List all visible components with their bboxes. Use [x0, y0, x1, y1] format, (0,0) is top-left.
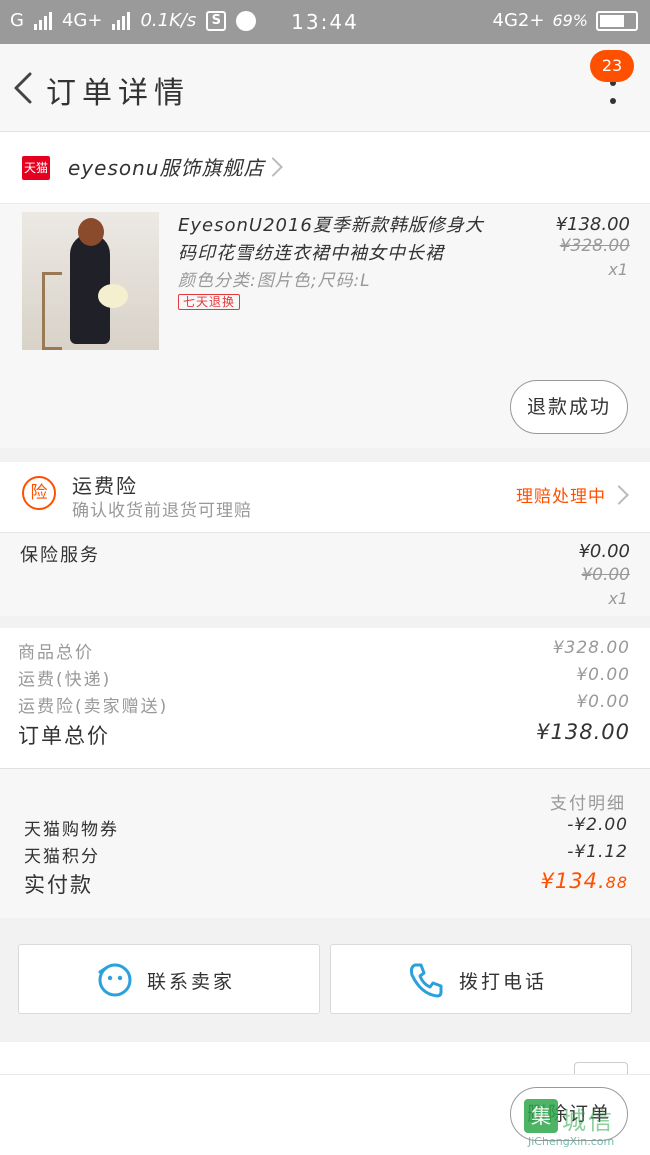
status-bar: G 4G+ 0.1K/s S 13:44 4G2+ 69% [0, 0, 650, 44]
service-price: ¥0.00 [578, 541, 630, 562]
subtotal-row: 商品总价 ¥328.00 [18, 638, 630, 664]
contact-seller-label: 联系卖家 [147, 971, 236, 993]
refund-status-button[interactable]: 退款成功 [510, 380, 628, 434]
order-total-value: ¥138.00 [536, 720, 630, 744]
call-phone-button[interactable]: 拨打电话 [330, 944, 632, 1014]
product-thumbnail[interactable] [22, 212, 159, 350]
subtotal-value: ¥328.00 [552, 638, 630, 658]
watermark-logo-icon: 集 [524, 1099, 558, 1133]
insurance-service-row: 保险服务 ¥0.00 ¥0.00 x1 [0, 532, 650, 616]
amount-paid-row: 实付款 ¥134.88 [24, 869, 628, 899]
subtotal-label: 商品总价 [18, 643, 94, 663]
chevron-right-icon [609, 485, 629, 505]
service-quantity: x1 [608, 589, 628, 608]
service-original-price: ¥0.00 [581, 565, 630, 585]
payment-detail-link[interactable]: 支付明细 [550, 789, 626, 814]
spacer-panel [0, 1042, 650, 1074]
shipping-insurance-fee-value: ¥0.00 [576, 692, 630, 712]
action-buttons: 联系卖家 拨打电话 [0, 934, 650, 1024]
product-item[interactable]: EyesonU2016夏季新款韩版修身大码印花雪纺连衣裙中袖女中长裙 颜色分类:… [0, 204, 650, 448]
shipping-value: ¥0.00 [576, 665, 630, 685]
store-name: eyesonu服饰旗舰店 [68, 156, 265, 180]
product-sku: 颜色分类:图片色;尺码:L [178, 271, 371, 291]
call-phone-label: 拨打电话 [459, 971, 548, 993]
contact-seller-button[interactable]: 联系卖家 [18, 944, 320, 1014]
amount-paid-value: ¥134.88 [540, 869, 628, 893]
more-menu-icon[interactable] [602, 80, 622, 104]
service-label: 保险服务 [20, 545, 100, 566]
amount-paid-label: 实付款 [24, 873, 93, 897]
shipping-insurance-fee-label: 运费险(卖家赠送) [18, 697, 169, 717]
insurance-title: 运费险 [72, 474, 138, 498]
watermark-url: JiChengXin.com [528, 1135, 615, 1148]
product-price: ¥138.00 [555, 214, 630, 235]
coupon-row: 天猫购物券 -¥2.00 [24, 815, 628, 840]
order-total-label: 订单总价 [18, 724, 110, 748]
seven-day-return-tag: 七天退换 [178, 294, 241, 310]
back-arrow-icon[interactable] [10, 70, 40, 106]
tmall-logo-icon: 天猫 [22, 156, 50, 180]
coupon-value: -¥2.00 [567, 815, 628, 835]
battery-percent: 69% [552, 11, 588, 30]
claim-status: 理赔处理中 [516, 487, 606, 507]
watermark: 集 城信 JiChengXin.com [524, 1099, 646, 1149]
product-original-price: ¥328.00 [559, 236, 630, 256]
insurance-subtitle: 确认收货前退货可理赔 [72, 501, 252, 521]
product-quantity: x1 [608, 260, 628, 279]
insurance-icon: 险 [22, 476, 56, 510]
page-title: 订单详情 [46, 76, 190, 111]
order-totals: 商品总价 ¥328.00 运费(快递) ¥0.00 运费险(卖家赠送) ¥0.0… [0, 628, 650, 768]
coupon-label: 天猫购物券 [24, 820, 119, 840]
phone-icon [409, 963, 443, 998]
shipping-insurance-fee-row: 运费险(卖家赠送) ¥0.00 [18, 692, 630, 718]
payment-details: 支付明细 天猫购物券 -¥2.00 天猫积分 -¥1.12 实付款 ¥134.8… [0, 768, 650, 918]
message-count-badge[interactable]: 23 [590, 50, 634, 82]
battery-icon [596, 10, 638, 31]
chevron-right-icon [263, 157, 283, 177]
store-row[interactable]: 天猫 eyesonu服饰旗舰店 [0, 132, 650, 204]
top-nav: 订单详情 23 [0, 44, 650, 132]
points-label: 天猫积分 [24, 847, 100, 867]
product-name: EyesonU2016夏季新款韩版修身大码印花雪纺连衣裙中袖女中长裙 [178, 215, 484, 264]
network-type: 4G2+ [492, 10, 545, 31]
shipping-row: 运费(快递) ¥0.00 [18, 665, 630, 691]
points-value: -¥1.12 [567, 842, 628, 862]
shipping-insurance-row[interactable]: 险 运费险 确认收货前退货可理赔 理赔处理中 [0, 462, 650, 532]
order-total-row: 订单总价 ¥138.00 [18, 720, 630, 748]
shipping-label: 运费(快递) [18, 670, 112, 690]
watermark-text: 城信 [562, 1107, 614, 1135]
points-row: 天猫积分 -¥1.12 [24, 842, 628, 867]
chat-face-icon [98, 963, 132, 997]
